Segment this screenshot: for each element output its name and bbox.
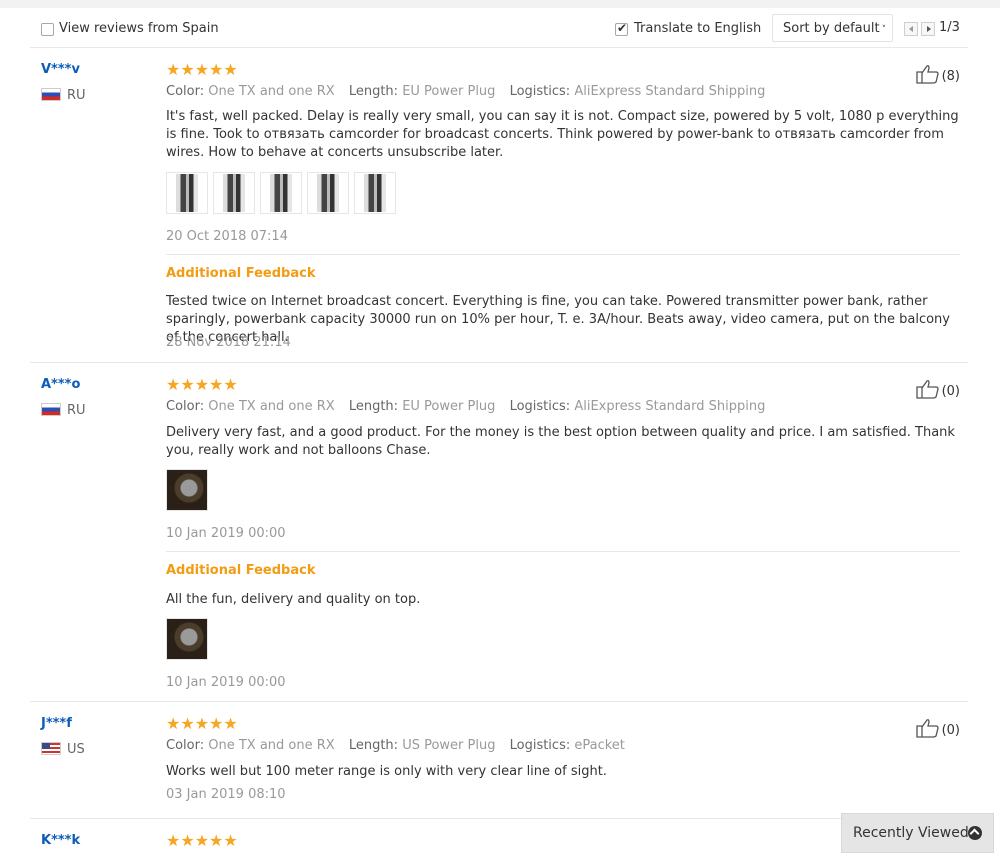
review-photos (166, 172, 396, 214)
review-photo[interactable] (354, 172, 396, 214)
thumbs-up-icon (915, 65, 939, 84)
russia-flag-icon (41, 403, 61, 416)
review-text: Works well but 100 meter range is only w… (166, 764, 607, 779)
review-item: V***v RU ★★★★★ (8) Color: One TX and one… (30, 48, 968, 363)
sort-dropdown[interactable]: Sort by default ˅ (772, 14, 893, 42)
chevron-up-icon (968, 826, 982, 840)
star-rating: ★★★★★ (166, 375, 238, 394)
russia-flag-icon (41, 88, 61, 101)
sort-dropdown-label: Sort by default (783, 21, 880, 36)
sku-info: Color: One TX and one RX Length: EU Powe… (166, 399, 766, 414)
reviewer-country: US (41, 742, 85, 757)
page-indicator: 1/3 (939, 20, 960, 35)
reviews-toolbar: View reviews from Spain Translate to Eng… (30, 8, 968, 48)
review-text: It's fast, well packed. Delay is really … (166, 109, 959, 160)
divider (166, 551, 960, 552)
review-item: A***o RU ★★★★★ (0) Color: One TX and one… (30, 363, 968, 702)
like-button[interactable]: (0) (915, 718, 960, 738)
reviewer-country: RU (41, 88, 86, 103)
next-page-button[interactable] (921, 22, 935, 36)
review-photos (166, 469, 208, 511)
translate-label[interactable]: Translate to English (634, 21, 761, 36)
review-photo[interactable] (166, 469, 208, 511)
review-date: 03 Jan 2019 08:10 (166, 787, 286, 802)
reviewer-name[interactable]: A***o (41, 377, 80, 392)
star-rating: ★★★★★ (166, 714, 238, 733)
thumbs-up-icon (915, 719, 939, 738)
additional-feedback-date: 10 Jan 2019 00:00 (166, 675, 286, 690)
additional-feedback-photos (166, 618, 208, 660)
view-from-spain-label[interactable]: View reviews from Spain (59, 21, 219, 36)
recently-viewed-button[interactable]: Recently Viewed (841, 813, 994, 853)
review-date: 10 Jan 2019 00:00 (166, 526, 286, 541)
divider (166, 254, 960, 255)
us-flag-icon (41, 742, 61, 755)
review-photo[interactable] (307, 172, 349, 214)
review-text: Delivery very fast, and a good product. … (166, 425, 955, 458)
additional-feedback-text: All the fun, delivery and quality on top… (166, 592, 421, 607)
review-photo[interactable] (166, 172, 208, 214)
like-button[interactable]: (0) (915, 379, 960, 399)
view-from-spain-checkbox[interactable] (41, 23, 54, 36)
reviewer-country: RU (41, 403, 86, 418)
review-photo[interactable] (166, 618, 208, 660)
review-photo[interactable] (260, 172, 302, 214)
reviewer-name[interactable]: K***k (41, 833, 80, 848)
sku-info: Color: One TX and one RX Length: EU Powe… (166, 84, 766, 99)
thumbs-up-icon (915, 380, 939, 399)
reviewer-name[interactable]: J***f (41, 716, 72, 731)
additional-feedback-heading: Additional Feedback (166, 563, 316, 578)
like-button[interactable]: (8) (915, 64, 960, 84)
review-date: 20 Oct 2018 07:14 (166, 229, 288, 244)
additional-feedback-date: 28 Nov 2018 21:14 (166, 335, 291, 350)
star-rating: ★★★★★ (166, 60, 238, 79)
review-item: K***k ★★★★★ (30, 819, 968, 856)
translate-checkbox[interactable] (615, 21, 628, 36)
sku-info: Color: One TX and one RX Length: US Powe… (166, 738, 625, 753)
prev-page-button[interactable] (904, 22, 918, 36)
star-rating: ★★★★★ (166, 831, 238, 850)
review-photo[interactable] (213, 172, 255, 214)
additional-feedback-heading: Additional Feedback (166, 266, 316, 281)
top-strip (0, 0, 1000, 8)
recently-viewed-label: Recently Viewed (853, 825, 969, 841)
chevron-down-icon: ˅ (881, 25, 887, 35)
reviewer-name[interactable]: V***v (41, 62, 80, 77)
review-item: J***f US ★★★★★ (0) Color: One TX and one… (30, 702, 968, 819)
